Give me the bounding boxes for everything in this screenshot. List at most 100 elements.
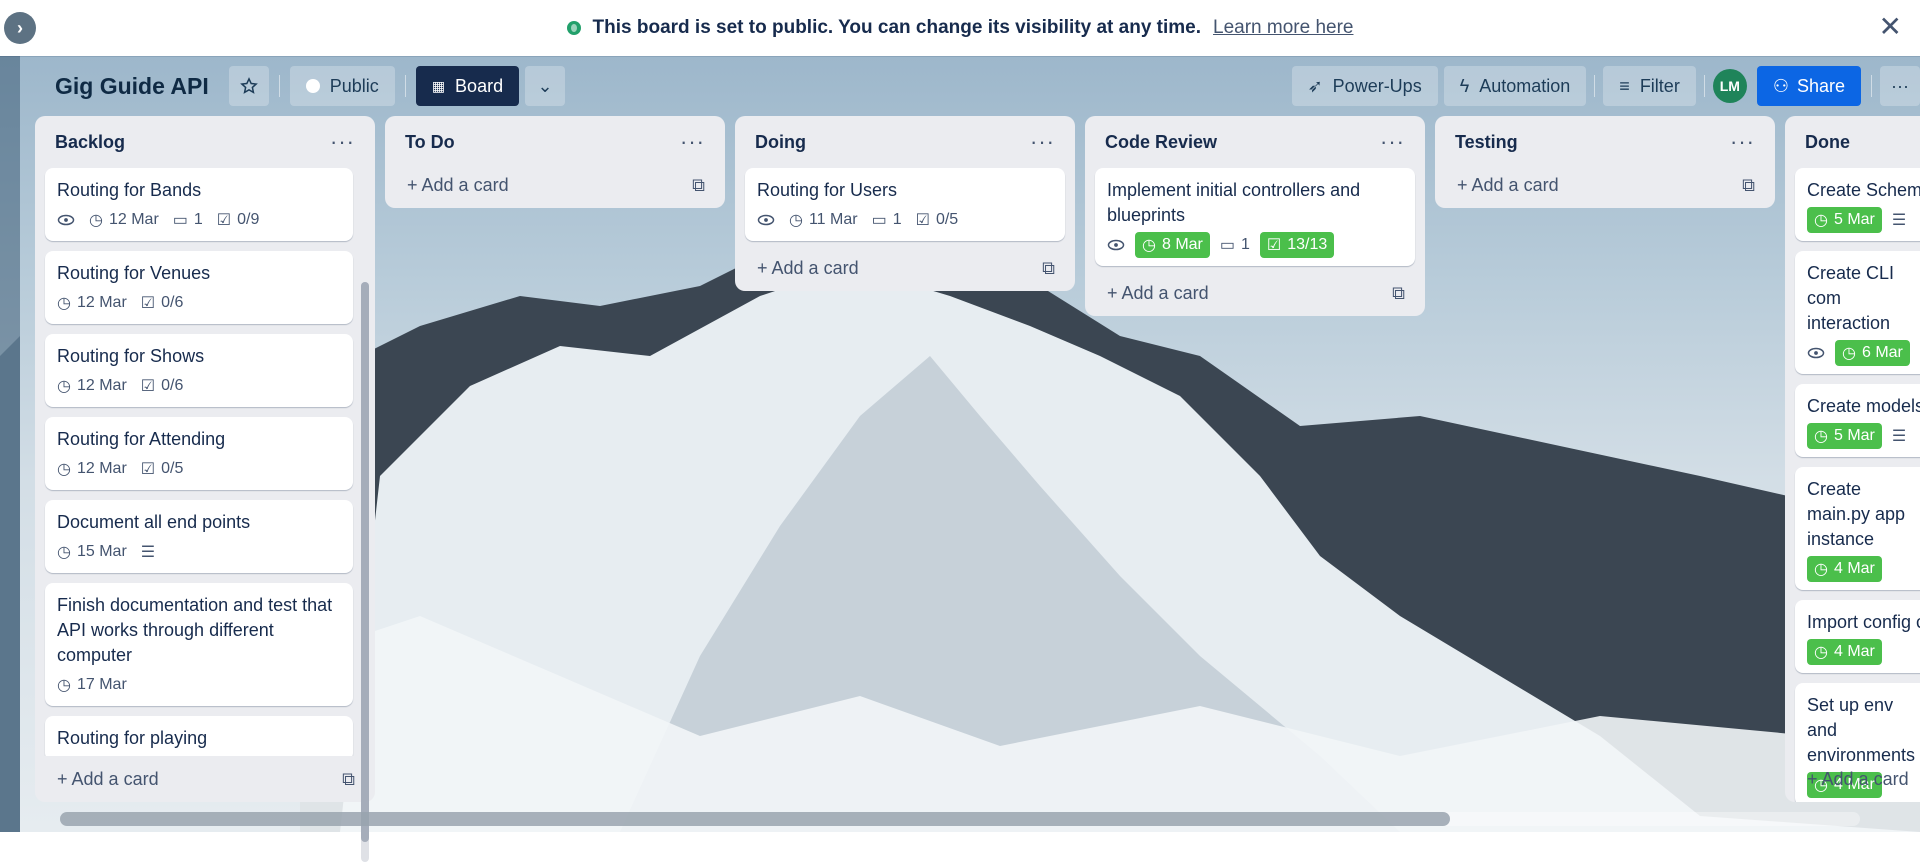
checklist-count: 0/6	[161, 294, 184, 311]
card-template-icon[interactable]: ⧉	[1392, 283, 1405, 304]
card-template-icon[interactable]: ⧉	[342, 769, 355, 790]
comments-badge: ▭ 1	[1220, 235, 1250, 255]
list-menu-button[interactable]: ···	[1380, 131, 1405, 153]
comments-badge: ▭ 1	[872, 210, 902, 230]
card[interactable]: Implement initial controllers and bluepr…	[1095, 168, 1415, 266]
card[interactable]: Document all end points ◷ 15 Mar ☰	[45, 500, 353, 573]
list-menu-button[interactable]: ···	[680, 131, 705, 153]
add-card-button[interactable]: + Add a card	[1785, 756, 1920, 802]
list-menu-button[interactable]: ···	[1730, 131, 1755, 153]
list-testing: Testing ··· + Add a card ⧉	[1435, 116, 1775, 208]
clock-icon: ◷	[1842, 345, 1856, 362]
visibility-button[interactable]: Public	[289, 66, 395, 106]
chevron-down-icon: ⌄	[537, 75, 553, 96]
card-title: Create CLI com interaction	[1807, 263, 1895, 333]
list-title[interactable]: To Do	[405, 132, 455, 153]
list-scrollbar[interactable]	[361, 282, 369, 862]
due-date: 6 Mar	[1861, 344, 1903, 361]
learn-more-link[interactable]: Learn more here	[1213, 17, 1353, 39]
due-date: 12 Mar	[108, 211, 159, 228]
card-template-icon[interactable]: ⧉	[692, 175, 705, 196]
board-view-icon: ▦	[431, 77, 446, 94]
board-horizontal-scrollbar[interactable]	[60, 812, 1860, 826]
view-switcher-button[interactable]: ⌄	[525, 66, 566, 106]
card[interactable]: Import config c ◷ 4 Mar	[1795, 600, 1920, 673]
automation-button[interactable]: ϟ Automation	[1443, 66, 1587, 106]
card[interactable]: Routing for Venues ◷ 12 Mar ☑ 0/6	[45, 251, 353, 324]
description-icon: ☰	[1891, 212, 1907, 229]
add-card-button[interactable]: + Add a card ⧉	[1435, 162, 1775, 208]
card-title: Finish documentation and test that API w…	[57, 595, 333, 665]
card[interactable]: Create Schema ◷ 5 Mar ☰	[1795, 168, 1920, 241]
card-template-icon[interactable]: ⧉	[1042, 258, 1055, 279]
due-date-badge: ◷ 12 Mar	[57, 293, 127, 313]
close-banner-button[interactable]: ✕	[1879, 12, 1902, 42]
list-title[interactable]: Doing	[755, 132, 806, 153]
due-date-badge: ◷ 17 Mar	[57, 675, 127, 695]
board-title[interactable]: Gig Guide API	[55, 73, 209, 100]
card[interactable]: Routing for Shows ◷ 12 Mar ☑ 0/6	[45, 334, 353, 407]
chevron-right-icon: ›	[17, 17, 23, 38]
add-card-label: Add a card	[71, 768, 159, 789]
list-title[interactable]: Done	[1805, 132, 1850, 153]
card-title: Create main.py app instance	[1807, 479, 1906, 549]
filter-icon: ≡	[1619, 75, 1630, 96]
expand-sidebar-button[interactable]: ›	[4, 12, 36, 44]
description-icon: ☰	[140, 544, 156, 561]
board-scrollbar-thumb[interactable]	[60, 812, 1450, 826]
checkbox-icon: ☑	[1266, 237, 1282, 254]
list-doing: Doing ··· Routing for Users ◷ 11 Mar ▭ 1 ☑…	[735, 116, 1075, 291]
add-person-icon: ⚇	[1772, 75, 1789, 96]
checklist-badge: ☑ 0/9	[217, 210, 260, 230]
add-card-button[interactable]: + Add a card ⧉	[1085, 270, 1425, 316]
list-title[interactable]: Code Review	[1105, 132, 1217, 153]
checklist-count: 0/9	[237, 211, 260, 228]
comment-icon: ▭	[172, 212, 188, 229]
card[interactable]: Create models ◷ 5 Mar ☰	[1795, 384, 1920, 457]
banner-message: This board is set to public. You can cha…	[592, 17, 1202, 38]
add-card-button[interactable]: + Add a card ⧉	[385, 162, 725, 208]
board-menu-button[interactable]: ···	[1880, 66, 1920, 106]
visibility-banner: › This board is set to public. You can c…	[0, 0, 1920, 56]
card[interactable]: Routing for Users ◷ 11 Mar ▭ 1 ☑ 0/5	[745, 168, 1065, 241]
more-icon: ···	[1891, 75, 1909, 96]
checklist-badge: ☑ 0/5	[916, 210, 959, 230]
card[interactable]: Routing for Attending ◷ 12 Mar ☑ 0/5	[45, 417, 353, 490]
avatar-initials: LM	[1719, 78, 1740, 94]
list-menu-button[interactable]: ···	[330, 131, 355, 153]
due-date-complete-badge: ◷ 4 Mar	[1807, 639, 1882, 665]
card[interactable]: Create CLI com interaction ◷ 6 Mar	[1795, 251, 1920, 374]
card-title: Implement initial controllers and bluepr…	[1107, 180, 1361, 225]
power-ups-button[interactable]: ➶ Power-Ups	[1291, 66, 1438, 106]
list-title[interactable]: Testing	[1455, 132, 1518, 153]
member-avatar[interactable]: LM	[1712, 69, 1747, 103]
globe-icon	[305, 79, 320, 93]
list-backlog: Backlog ··· Routing for Bands ◷ 12 Mar ▭ 1…	[35, 116, 375, 862]
board-view-button[interactable]: ▦ Board	[415, 66, 520, 106]
plus-icon: +	[57, 768, 72, 789]
comment-icon: ▭	[1219, 237, 1235, 254]
list-title[interactable]: Backlog	[55, 132, 125, 153]
list-menu-button[interactable]: ···	[1030, 131, 1055, 153]
add-card-button[interactable]: + Add a card ⧉	[735, 245, 1075, 291]
clock-icon: ◷	[1142, 237, 1156, 254]
power-ups-label: Power-Ups	[1332, 75, 1422, 96]
card[interactable]: Finish documentation and test that API w…	[45, 583, 353, 706]
card[interactable]: Create main.py app instance ◷ 4 Mar	[1795, 467, 1920, 590]
card[interactable]: Routing for playing	[45, 716, 353, 756]
card[interactable]: Routing for Bands ◷ 12 Mar ▭ 1 ☑ 0/9	[45, 168, 353, 241]
filter-button[interactable]: ≡ Filter	[1603, 66, 1696, 106]
share-button[interactable]: ⚇ Share	[1756, 66, 1861, 106]
checklist-count: 0/5	[935, 211, 959, 228]
filter-label: Filter	[1639, 75, 1680, 96]
clock-icon: ◷	[89, 212, 103, 229]
due-date: 15 Mar	[76, 543, 127, 560]
checklist-count: 0/5	[161, 460, 184, 477]
card-template-icon[interactable]: ⧉	[1742, 175, 1755, 196]
add-card-label: Add a card	[1121, 282, 1209, 303]
rocket-icon: ➶	[1307, 75, 1323, 96]
sidebar-collapsed-strip	[0, 56, 20, 832]
list-scrollbar-thumb[interactable]	[361, 282, 369, 842]
add-card-button[interactable]: + Add a card ⧉	[35, 756, 375, 802]
star-board-button[interactable]	[228, 66, 269, 106]
